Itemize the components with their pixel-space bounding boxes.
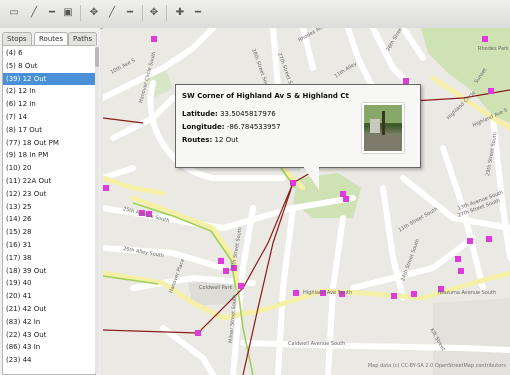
tab-routes[interactable]: Routes (34, 32, 68, 45)
zoom-out-icon[interactable]: ━ (190, 5, 206, 21)
separator (166, 5, 167, 21)
remove-icon[interactable]: ━ (122, 5, 138, 21)
route-list-item[interactable]: (23) 44 (3, 354, 95, 366)
scrollbar[interactable] (95, 45, 99, 373)
route-list-item[interactable]: (12) 23 Out (3, 188, 95, 200)
longitude-value: -86.784533957 (226, 123, 281, 131)
route-list-item[interactable]: (6) 12 In (3, 98, 95, 110)
route-list: (4) 6 (5) 8 Out (39) 12 Out (2) 12 In (6) 12… (2, 45, 96, 375)
latitude-value: 33.5045817976 (220, 110, 276, 118)
street-label: Coldwell Park (199, 285, 233, 291)
scrollbar-thumb[interactable] (95, 47, 99, 67)
route-list-item[interactable]: (17) 38 (3, 252, 95, 264)
map-attribution: Map data (c) CC-BY-SA 2.0 OpenStreetMap … (367, 363, 506, 369)
stop-title: SW Corner of Highland Av S & Highland Ct (182, 92, 349, 100)
latitude-label: Latitude: (182, 110, 218, 118)
route-list-item[interactable]: (18) 39 Out (3, 265, 95, 277)
stop-info-popup: SW Corner of Highland Av S & Highland Ct… (175, 84, 421, 168)
route-list-item[interactable]: (14) 26 (3, 213, 95, 225)
route-list-item[interactable]: (86) 43 In (3, 341, 95, 353)
street-label: Caldwell Avenue South (288, 341, 346, 347)
add-icon[interactable]: ✥ (146, 5, 162, 21)
route-list-item[interactable]: (2) 12 In (3, 85, 95, 97)
longitude-row: Longitude: -86.784533957 (182, 123, 281, 131)
add-icon[interactable]: ✥ (86, 5, 102, 21)
street-label: Rhodes Park (478, 46, 509, 52)
route-list-item[interactable]: (15) 28 (3, 226, 95, 238)
route-list-item[interactable]: (9) 18 In PM (3, 149, 95, 161)
tab-paths[interactable]: Paths (68, 32, 98, 45)
route-list-item[interactable]: (7) 14 (3, 111, 95, 123)
stop-photo (362, 103, 404, 153)
street-label: Niazuma Avenue South (438, 290, 497, 296)
route-list-item[interactable]: (5) 8 Out (3, 60, 95, 72)
route-list-item[interactable]: (8) 17 Out (3, 124, 95, 136)
route-list-item[interactable]: (13) 25 (3, 201, 95, 213)
map-view[interactable]: 10th Ave S Hanover Circle South 28th Str… (103, 28, 510, 375)
left-panel: Stops Routes Paths (4) 6 (5) 8 Out (39) 12… (0, 28, 100, 375)
route-list-item[interactable]: (39) 12 Out (3, 72, 95, 85)
route-list-item[interactable]: (20) 41 (3, 290, 95, 302)
route-list-item[interactable]: (11) 22A Out (3, 175, 95, 187)
route-list-item[interactable]: (10) 20 (3, 162, 95, 174)
routes-row: Routes: 12 Out (182, 136, 238, 144)
routes-label: Routes: (182, 136, 213, 144)
zoom-in-icon[interactable]: ✚ (172, 5, 188, 21)
route-list-item[interactable]: (19) 40 (3, 277, 95, 289)
new-icon[interactable]: ▭ (6, 5, 22, 21)
route-list-item[interactable]: (16) 31 (3, 239, 95, 251)
delete-icon[interactable]: ━ (44, 5, 60, 21)
separator (142, 5, 143, 21)
route-list-item[interactable]: (83) 42 In (3, 316, 95, 328)
latitude-row: Latitude: 33.5045817976 (182, 110, 276, 118)
copy-icon[interactable]: ▣ (60, 5, 76, 21)
popup-pointer (303, 166, 319, 190)
route-list-item[interactable]: (77) 18 Out PM (3, 137, 95, 149)
cut-icon[interactable]: ╱ (104, 5, 120, 21)
street-label: Highland Ave South (303, 290, 353, 296)
routes-value: 12 Out (214, 136, 239, 144)
route-list-item[interactable]: (22) 43 Out (3, 329, 95, 341)
map-canvas (103, 28, 510, 375)
tab-stops[interactable]: Stops (2, 32, 32, 45)
toolbar: ▭ ╱ ━ ▣ ✥ ╱ ━ ✥ ✚ ━ (0, 0, 510, 29)
longitude-label: Longitude: (182, 123, 225, 131)
cut-icon[interactable]: ╱ (26, 5, 42, 21)
route-list-item[interactable]: (21) 42 Out (3, 303, 95, 315)
route-list-item[interactable]: (4) 6 (3, 47, 95, 59)
separator (80, 5, 81, 21)
